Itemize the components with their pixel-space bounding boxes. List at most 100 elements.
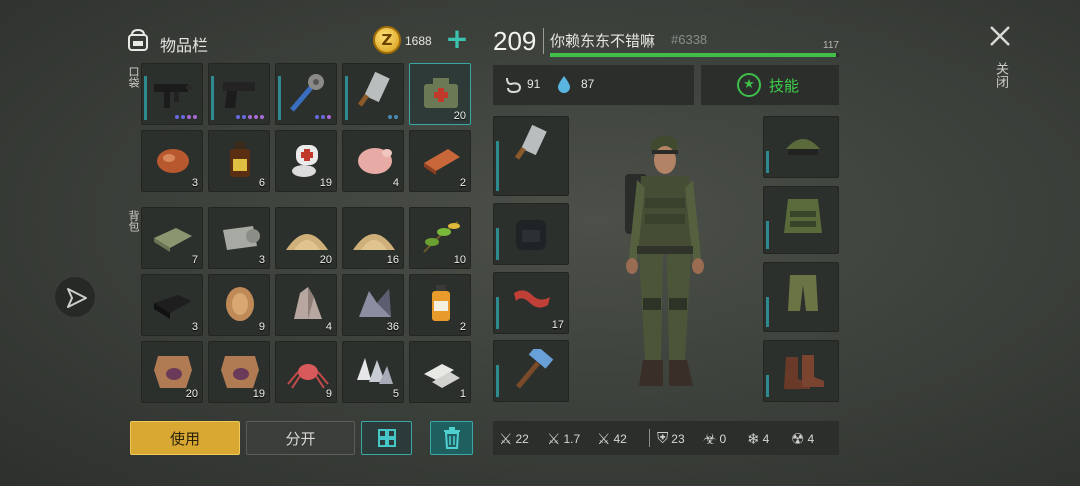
item-quantity: 17 <box>551 319 564 331</box>
durability-bar <box>766 151 769 173</box>
durability-bar <box>766 297 769 327</box>
item-quantity: 19 <box>252 388 265 400</box>
stat-crossed-sword: ⚔ 42 <box>597 430 627 448</box>
stat-biohazard: ☣ 0 <box>703 430 726 448</box>
quality-dots <box>236 115 264 119</box>
durability-bar <box>496 141 499 191</box>
item-quantity: 36 <box>386 321 399 333</box>
shield-icon: ⛨ <box>657 430 669 447</box>
inventory-slot[interactable]: 36 <box>342 274 404 336</box>
item-quantity: 3 <box>258 254 265 266</box>
stat-value: 0 <box>719 432 727 446</box>
inventory-slot[interactable]: 20 <box>141 341 203 403</box>
item-quantity: 1 <box>459 388 466 400</box>
durability-bar <box>496 365 499 397</box>
inventory-slot[interactable]: 20 <box>275 207 337 269</box>
armor-slot-2[interactable] <box>763 186 839 254</box>
backpack-label: 背包 <box>127 210 140 232</box>
inventory-slot[interactable]: 10 <box>409 207 471 269</box>
inventory-slot[interactable]: 4 <box>342 130 404 192</box>
hunger-value: 91 <box>527 77 541 91</box>
item-quantity: 9 <box>258 321 265 333</box>
item-quantity: 2 <box>459 177 466 189</box>
add-coins-button[interactable]: + <box>445 25 469 53</box>
divider <box>543 28 544 54</box>
stat-separator <box>649 429 650 447</box>
split-button-label: 分开 <box>285 429 316 448</box>
water-drop-icon <box>558 76 570 93</box>
item-quantity: 7 <box>191 254 198 266</box>
biohazard-icon: ☣ <box>703 431 717 448</box>
player-tag: #6338 <box>671 32 708 47</box>
skills-button[interactable]: ★ 技能 <box>701 65 839 105</box>
equip-slot-1[interactable] <box>493 116 569 196</box>
item-quantity: 20 <box>185 388 198 400</box>
inventory-slot[interactable]: 7 <box>141 207 203 269</box>
inventory-slot[interactable] <box>342 63 404 125</box>
character-model <box>625 135 704 386</box>
item-quantity: 5 <box>392 388 399 400</box>
player-level: 209 <box>493 26 537 56</box>
armor-slot-1[interactable] <box>763 116 839 178</box>
radiation-icon: ☢ <box>791 431 805 448</box>
inventory-slot[interactable]: 9 <box>275 341 337 403</box>
inventory-slot[interactable] <box>275 63 337 125</box>
player-name: 你赖东东不错嘛 <box>550 32 656 50</box>
inventory-slot[interactable]: 2 <box>409 130 471 192</box>
skills-label: 技能 <box>769 77 800 95</box>
inventory-slot[interactable]: 19 <box>275 130 337 192</box>
quality-dots <box>315 115 331 119</box>
trash-icon <box>443 427 460 449</box>
equip-slot-3[interactable]: 17 <box>493 272 569 334</box>
navigate-button[interactable] <box>54 276 96 318</box>
stomach-icon <box>506 77 522 94</box>
durability-bar <box>211 76 214 120</box>
item-quantity: 4 <box>325 321 332 333</box>
armor-slot-4[interactable] <box>763 340 839 402</box>
stat-radiation: ☢ 4 <box>791 430 814 448</box>
inventory-slot[interactable]: 3 <box>141 274 203 336</box>
inventory-slot[interactable]: 2 <box>409 274 471 336</box>
trash-button[interactable] <box>430 421 473 455</box>
use-button-label: 使用 <box>169 429 200 448</box>
sort-grid-button[interactable] <box>361 421 412 455</box>
inventory-slot[interactable]: 5 <box>342 341 404 403</box>
close-button[interactable]: 关闭 <box>982 18 1018 100</box>
navigate-arrow-icon <box>67 288 87 308</box>
snowflake-icon: ❄ <box>747 431 760 448</box>
use-button[interactable]: 使用 <box>130 421 240 455</box>
coin-icon: Z <box>373 26 401 54</box>
xp-bar-track <box>550 53 839 57</box>
split-button[interactable]: 分开 <box>246 421 355 455</box>
inventory-slot[interactable]: 3 <box>141 130 203 192</box>
item-quantity: 2 <box>459 321 466 333</box>
durability-bar <box>766 221 769 249</box>
durability-bar <box>496 297 499 329</box>
inventory-slot[interactable] <box>141 63 203 125</box>
thirst-value: 87 <box>581 77 595 91</box>
inventory-slot[interactable]: 1 <box>409 341 471 403</box>
item-quantity: 19 <box>319 177 332 189</box>
inventory-slot[interactable]: 20 <box>409 63 471 125</box>
inventory-slot[interactable] <box>208 63 270 125</box>
item-quantity: 20 <box>319 254 332 266</box>
inventory-slot[interactable]: 6 <box>208 130 270 192</box>
item-quantity: 6 <box>258 177 265 189</box>
inventory-slot[interactable]: 16 <box>342 207 404 269</box>
star-icon: ★ <box>737 73 761 97</box>
inventory-slot[interactable]: 19 <box>208 341 270 403</box>
pocket-label: 口袋 <box>127 66 140 88</box>
item-quantity: 3 <box>191 177 198 189</box>
crossed-sword-icon: ⚔ <box>597 431 611 448</box>
equip-slot-4[interactable] <box>493 340 569 402</box>
stat-shield: ⛨ 23 <box>657 430 685 447</box>
durability-bar <box>345 76 348 120</box>
durability-bar <box>766 375 769 397</box>
coin-count: 1688 <box>405 34 432 48</box>
equip-slot-2[interactable] <box>493 203 569 265</box>
durability-bar <box>278 76 281 120</box>
inventory-slot[interactable]: 3 <box>208 207 270 269</box>
inventory-slot[interactable]: 4 <box>275 274 337 336</box>
inventory-slot[interactable]: 9 <box>208 274 270 336</box>
armor-slot-3[interactable] <box>763 262 839 332</box>
